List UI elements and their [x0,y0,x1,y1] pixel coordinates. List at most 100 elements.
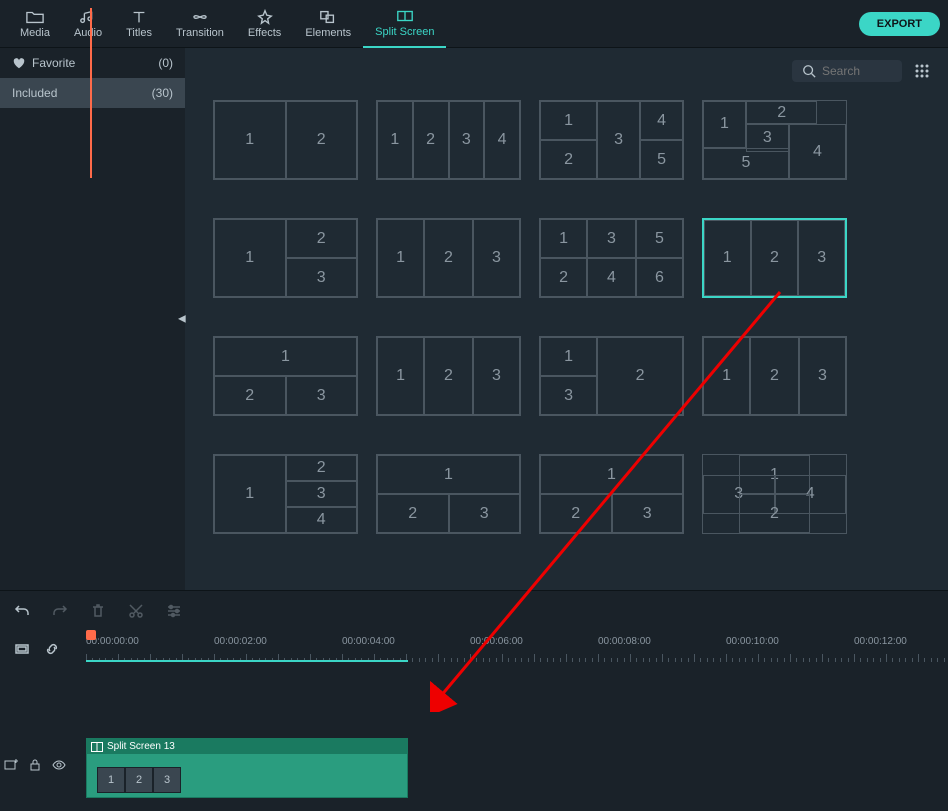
main-area: Favorite (0) Included (30) ◀ 12123412345… [0,48,948,590]
tab-transition[interactable]: Transition [164,0,236,48]
grid-view-icon[interactable] [914,63,930,79]
lock-icon[interactable] [28,758,42,772]
template-5[interactable]: 123 [213,218,358,298]
template-cell: 1 [377,455,520,494]
template-cell: 2 [739,494,811,533]
sidebar-item-favorite[interactable]: Favorite (0) [0,48,185,78]
template-cell: 2 [746,101,818,124]
template-cell: 2 [377,494,449,533]
search-input[interactable] [822,64,892,78]
template-cell: 3 [449,494,521,533]
template-9[interactable]: 123 [213,336,358,416]
collapse-sidebar-button[interactable]: ◀ [178,314,186,325]
link-icon[interactable] [44,641,60,657]
playhead-line[interactable] [90,8,92,178]
clip-thumbs: 1 2 3 [97,767,181,793]
sidebar-count: (30) [152,86,173,100]
template-cell: 5 [636,219,683,258]
eye-icon[interactable] [52,758,66,772]
template-8[interactable]: 123 [702,218,847,298]
template-cell: 1 [703,337,750,415]
ruler-mark: 00:00:02:00 [214,636,267,647]
template-cell: 6 [636,258,683,297]
template-cell: 2 [214,376,286,415]
sidebar: Favorite (0) Included (30) [0,48,185,590]
timeline-tracks[interactable]: Split Screen 13 1 2 3 [0,668,948,811]
template-cell: 3 [286,258,358,297]
track-controls [4,758,66,772]
tab-effects[interactable]: Effects [236,0,293,48]
templates-grid: 1212341234512345123123123456123123123123… [203,100,930,534]
playhead[interactable] [86,630,96,640]
clip-thumb: 2 [125,767,153,793]
template-cell: 3 [286,376,358,415]
template-14[interactable]: 123 [376,454,521,534]
delete-icon[interactable] [90,603,106,619]
undo-icon[interactable] [14,603,30,619]
template-cell: 3 [597,101,640,179]
track-add-icon[interactable] [4,758,18,772]
template-cell: 4 [640,101,683,140]
template-cell: 2 [540,258,587,297]
timeline-clip[interactable]: Split Screen 13 1 2 3 [86,738,408,798]
adjust-icon[interactable] [166,603,182,619]
timeline-toolbar [0,590,948,630]
template-cell: 1 [703,101,746,148]
search-icon [802,64,816,78]
transition-icon [191,9,209,25]
template-4[interactable]: 12345 [702,100,847,180]
fit-icon[interactable] [14,641,30,657]
template-cell: 3 [449,101,485,179]
search-box[interactable] [792,60,902,82]
tab-media[interactable]: Media [8,0,62,48]
template-1[interactable]: 12 [213,100,358,180]
template-cell: 1 [540,337,597,376]
tab-titles[interactable]: Titles [114,0,164,48]
effects-icon [256,9,274,25]
template-cell: 4 [286,507,358,533]
tab-label: Titles [126,27,152,39]
tab-split-screen[interactable]: Split Screen [363,0,446,48]
template-6[interactable]: 123 [376,218,521,298]
template-cell: 3 [473,337,520,415]
template-cell: 2 [597,337,683,415]
template-cell: 1 [540,101,597,140]
export-button[interactable]: EXPORT [859,12,940,36]
splitscreen-icon [396,8,414,24]
sidebar-count: (0) [158,56,173,70]
template-cell: 2 [424,219,473,297]
tab-label: Transition [176,27,224,39]
tab-audio[interactable]: Audio [62,0,114,48]
template-2[interactable]: 1234 [376,100,521,180]
elements-icon [319,9,337,25]
ruler-mark: 00:00:04:00 [342,636,395,647]
template-cell: 1 [377,101,413,179]
sidebar-item-included[interactable]: Included (30) [0,78,185,108]
template-13[interactable]: 1234 [213,454,358,534]
template-7[interactable]: 123456 [539,218,684,298]
template-12[interactable]: 123 [702,336,847,416]
tab-label: Effects [248,27,281,39]
template-16[interactable]: 1342 [702,454,847,534]
template-cell: 1 [540,455,683,494]
tab-elements[interactable]: Elements [293,0,363,48]
template-cell: 4 [484,101,520,179]
template-cell: 1 [377,337,424,415]
tab-label: Split Screen [375,26,434,38]
template-10[interactable]: 123 [376,336,521,416]
template-cell: 4 [587,258,636,297]
template-15[interactable]: 123 [539,454,684,534]
template-cell: 1 [704,220,751,296]
tab-label: Audio [74,27,102,39]
redo-icon[interactable] [52,603,68,619]
template-3[interactable]: 12345 [539,100,684,180]
template-cell: 1 [214,337,357,376]
template-cell: 3 [612,494,684,533]
timeline-ruler[interactable]: 00:00:00:0000:00:02:0000:00:04:0000:00:0… [86,630,948,668]
template-cell: 3 [473,219,520,297]
template-cell: 2 [286,455,358,481]
cut-icon[interactable] [128,603,144,619]
tab-label: Media [20,27,50,39]
audio-icon [79,9,97,25]
template-11[interactable]: 123 [539,336,684,416]
